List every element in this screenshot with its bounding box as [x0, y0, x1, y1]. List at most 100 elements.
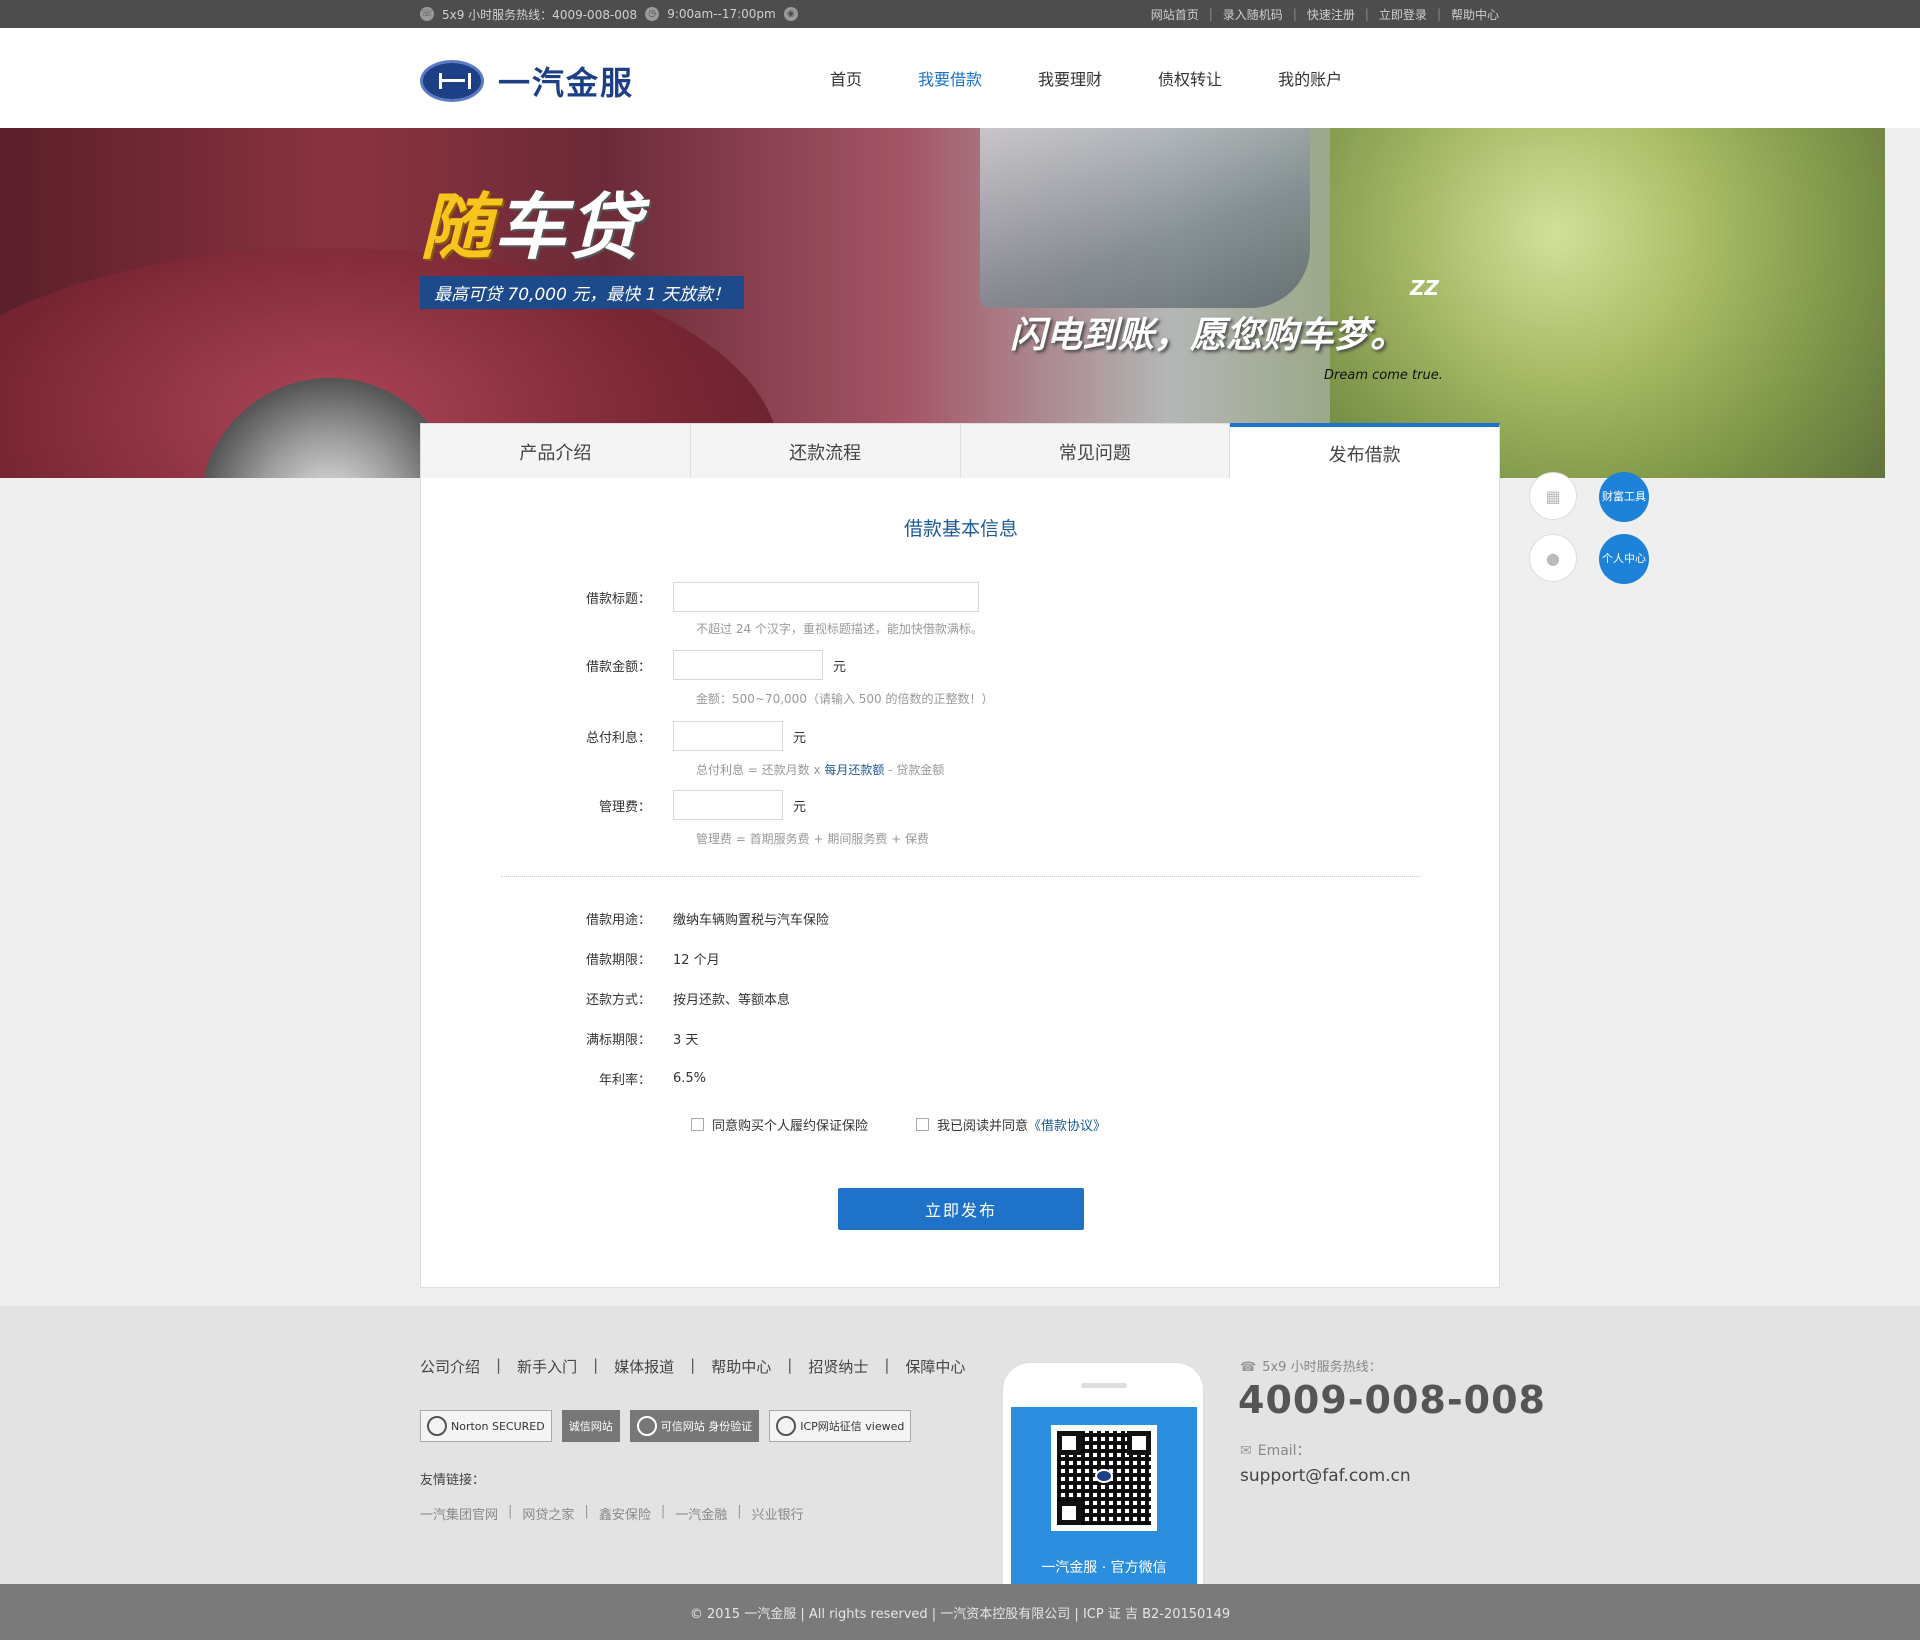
footer-link-careers[interactable]: 招贤纳士 [808, 1356, 868, 1377]
wechat-qr-code [1051, 1425, 1157, 1531]
norton-check-icon [427, 1416, 447, 1436]
friend-separator: | [584, 1504, 589, 1519]
site-footer: 公司介绍 | 新手入门 | 媒体报道 | 帮助中心 | 招贤纳士 | 保障中心 Norto… [0, 1306, 1920, 1593]
wechat-phone-mockup: 一汽金服 · 官方微信 [1002, 1362, 1204, 1593]
loan-agreement-link[interactable]: 《借款协议》 [1028, 1115, 1106, 1134]
footer-link-help[interactable]: 帮助中心 [711, 1356, 771, 1377]
envelope-icon: ✉ [1240, 1443, 1252, 1459]
total-interest-input[interactable] [673, 721, 783, 751]
agree-checkbox[interactable] [916, 1118, 930, 1131]
banner-title-a: 随 [420, 185, 495, 269]
friend-separator: | [737, 1504, 742, 1519]
footer-separator: | [496, 1356, 502, 1374]
friend-link-cib[interactable]: 兴业银行 [752, 1504, 804, 1523]
nav-invest[interactable]: 我要理财 [1038, 66, 1102, 90]
info-label: 借款期限： [585, 953, 651, 968]
topbar-separator: | [1436, 7, 1441, 21]
info-value: 缴纳车辆购置税与汽车保险 [673, 913, 830, 928]
tab-publish-loan[interactable]: 发布借款 [1230, 423, 1500, 480]
tab-product-intro[interactable]: 产品介绍 [420, 423, 691, 479]
badge-label: 诚信网站 [568, 1420, 613, 1433]
management-fee-hint: 管理费 = 首期服务费 + 期间服务费 + 保费 [696, 832, 930, 846]
nav-debt-transfer[interactable]: 债权转让 [1158, 66, 1222, 90]
friend-link-faw-group[interactable]: 一汽集团官网 [420, 1504, 498, 1523]
banner-zz-mark: ZZ [1410, 276, 1440, 300]
topbar-hotline: 5x9 小时服务热线：4009-008-008 [442, 7, 638, 22]
info-label: 满标期限： [585, 1033, 651, 1048]
calculator-icon[interactable]: ▦ [1529, 472, 1577, 520]
friend-links: 一汽集团官网 | 网贷之家 | 鑫安保险 | 一汽金融 | 兴业银行 [420, 1504, 804, 1523]
topbar-link-login[interactable]: 立即登录 [1379, 6, 1427, 23]
total-interest-row: 总付利息： 元 [421, 721, 1501, 751]
loan-amount-input[interactable] [673, 650, 823, 680]
info-value: 6.5% [673, 1071, 707, 1086]
loan-title-hint: 不超过 24 个汉字，重视标题描述，能加快借款满标。 [696, 622, 983, 636]
site-logo[interactable]: 一汽金服 [420, 58, 634, 104]
copyright-bar: © 2015 一汽金服 | All rights reserved | 一汽资本… [0, 1584, 1920, 1640]
publish-button[interactable]: 立即发布 [838, 1188, 1084, 1230]
footer-link-about[interactable]: 公司介绍 [420, 1356, 480, 1377]
loan-form-panel: 借款基本信息 借款标题： 不超过 24 个汉字，重视标题描述，能加快借款满标。 … [420, 478, 1500, 1288]
form-divider [501, 876, 1421, 877]
trusted-site-badge[interactable]: 可信网站 身份验证 [629, 1410, 760, 1442]
banner-slogan-en: Dream come true. [1324, 368, 1443, 383]
footer-separator: | [690, 1356, 696, 1374]
friend-link-xinan-insurance[interactable]: 鑫安保险 [599, 1504, 651, 1523]
total-interest-hint: 总付利息 = 还款月数 x 每月还款额 - 贷款金额 [696, 761, 944, 778]
friend-link-wdzj[interactable]: 网贷之家 [522, 1504, 574, 1523]
norton-badge[interactable]: Norton SECURED [420, 1410, 552, 1442]
nav-home[interactable]: 首页 [830, 66, 862, 90]
banner-slogan: 闪电到账，愿您购车梦。 [1010, 315, 1407, 356]
tab-repayment-process[interactable]: 还款流程 [690, 423, 961, 479]
friend-link-faw-finance[interactable]: 一汽金融 [675, 1504, 727, 1523]
car-window-image [980, 128, 1310, 308]
banner-title-b: 车贷 [494, 185, 643, 269]
management-fee-input[interactable] [673, 790, 783, 820]
trust-badges: Norton SECURED 诚信网站 可信网站 身份验证 ICP网站征信 vi… [420, 1410, 912, 1442]
insurance-checkbox[interactable] [691, 1118, 704, 1131]
user-icon[interactable]: ● [1529, 534, 1577, 582]
monthly-payment-link[interactable]: 每月还款额 [824, 763, 884, 777]
topbar-link-random-code[interactable]: 录入随机码 [1223, 6, 1283, 23]
nav-borrow[interactable]: 我要借款 [918, 66, 982, 90]
main-nav: 首页 我要借款 我要理财 债权转让 我的账户 [830, 28, 1398, 128]
loan-amount-label: 借款金额： [585, 659, 651, 675]
icp-badge[interactable]: ICP网站征信 viewed [769, 1410, 912, 1442]
tab-faq[interactable]: 常见问题 [960, 423, 1231, 479]
footer-link-beginner[interactable]: 新手入门 [517, 1356, 577, 1377]
footer-email-label: ✉ Email： [1240, 1440, 1311, 1460]
integrity-badge[interactable]: 诚信网站 [561, 1410, 620, 1442]
info-row-purpose: 借款用途： 缴纳车辆购置税与汽车保险 [421, 909, 1501, 928]
top-bar: ☏ 5x9 小时服务热线：4009-008-008 ◷ 9:00am--17:0… [0, 0, 1920, 28]
topbar-contact: ☏ 5x9 小时服务热线：4009-008-008 ◷ 9:00am--17:0… [420, 0, 798, 28]
loan-amount-row: 借款金额： 元 [421, 650, 1501, 680]
nav-my-account[interactable]: 我的账户 [1278, 66, 1342, 90]
faw-logo-icon [420, 60, 484, 102]
agree-check-item[interactable]: 我已阅读并同意 《借款协议》 [916, 1115, 1106, 1134]
wealth-tools-button[interactable]: 财富工具 [1599, 472, 1649, 522]
insurance-check-item[interactable]: 同意购买个人履约保证保险 [691, 1115, 868, 1134]
total-interest-unit: 元 [793, 730, 807, 746]
footer-separator: | [593, 1356, 599, 1374]
qr-finder [1057, 1501, 1081, 1525]
footer-link-media[interactable]: 媒体报道 [614, 1356, 674, 1377]
weibo-icon[interactable]: ◉ [783, 7, 798, 21]
personal-center-button[interactable]: 个人中心 [1599, 534, 1649, 584]
topbar-link-help[interactable]: 帮助中心 [1451, 6, 1499, 23]
footer-hotline-label: ☎ 5x9 小时服务热线： [1240, 1356, 1382, 1375]
banner-subtitle: 最高可贷 70,000 元，最快 1 天放款！ [420, 276, 744, 309]
product-tabs: 产品介绍 还款流程 常见问题 发布借款 [420, 423, 1500, 480]
topbar-link-register[interactable]: 快速注册 [1307, 6, 1355, 23]
phone-icon: ☏ [420, 7, 434, 21]
info-value: 3 天 [673, 1033, 699, 1048]
footer-link-security[interactable]: 保障中心 [905, 1356, 965, 1377]
footer-hotline-number: 4009-008-008 [1238, 1378, 1546, 1422]
topbar-link-home[interactable]: 网站首页 [1151, 6, 1199, 23]
loan-title-input[interactable] [673, 582, 979, 612]
email-label-text: Email： [1257, 1443, 1311, 1459]
info-row-full-bid-period: 满标期限： 3 天 [421, 1029, 1501, 1048]
loan-title-row: 借款标题： [421, 582, 1501, 612]
wechat-caption: 一汽金服 · 官方微信 [1041, 1560, 1167, 1576]
topbar-links: 网站首页 | 录入随机码 | 快速注册 | 立即登录 | 帮助中心 [1151, 0, 1499, 28]
footer-email[interactable]: support@faf.com.cn [1240, 1466, 1411, 1486]
